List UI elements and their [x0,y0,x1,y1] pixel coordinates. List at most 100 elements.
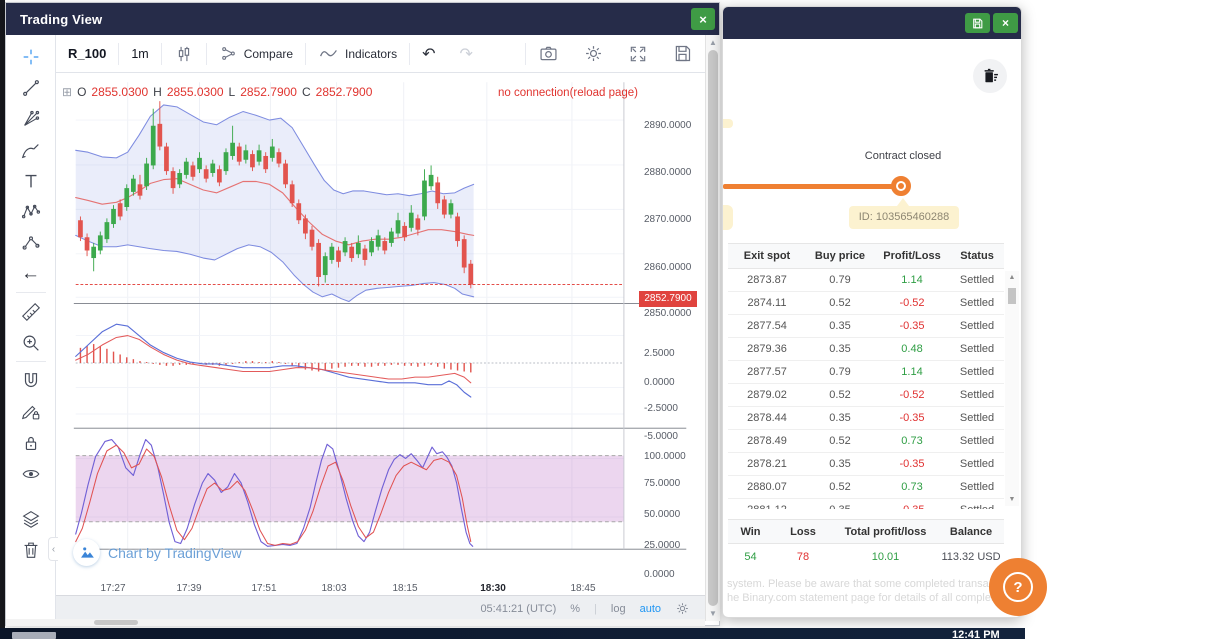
table-row: 2879.360.350.48Settled [728,338,1004,361]
win-count: 54 [728,551,773,563]
utc-clock[interactable]: 05:41:21 (UTC) [480,603,556,615]
clear-results-button[interactable] [973,59,1007,93]
watermark-text: Chart by TradingView [108,545,242,561]
auto-scale-toggle[interactable]: auto [640,603,661,615]
table-row: 2879.020.52-0.52Settled [728,384,1004,407]
scroll-up-icon[interactable]: ▲ [706,38,720,47]
scroll-down-icon[interactable]: ▼ [706,609,720,618]
tool-remove-drawings[interactable] [14,534,48,565]
status-badge: Settled [950,481,1004,493]
status-badge: Settled [950,274,1004,286]
time-axis-label: 18:15 [392,583,417,594]
zoom-in-icon [20,332,42,354]
table-row: 2877.540.35-0.35Settled [728,315,1004,338]
close-value: 2852.7900 [316,85,373,99]
stoch-axis-label: 100.0000 [644,450,704,463]
start-button[interactable] [12,632,56,639]
tool-forecast[interactable] [14,227,48,258]
status-badge: Settled [950,343,1004,355]
tool-gann-fan[interactable] [14,103,48,134]
axis-settings-gear-icon[interactable] [675,601,690,616]
ohlc-legend: ⊞ O2855.0300 H2855.0300 L2852.7900 C2852… [62,85,372,99]
tool-drawing-mode-lock[interactable] [14,396,48,427]
save-icon [971,17,984,30]
pl-value: 0.48 [874,343,950,355]
tool-hide-all[interactable] [14,458,48,489]
indicators-button[interactable]: Indicators [306,35,409,72]
trade-results-panel: × Contract closed ID: 103565460288 Exit … [722,6,1022,618]
tool-arrow-marker[interactable]: ← [14,258,48,289]
help-button[interactable]: ? [989,558,1047,616]
vertical-scroll-thumb[interactable] [708,50,718,606]
compare-icon [219,44,238,63]
eye-icon [20,463,42,485]
toolbar-collapse-handle[interactable]: ‹ [48,537,58,561]
high-label: H [153,85,162,99]
screenshot-button[interactable] [526,35,571,72]
panel-save-button[interactable] [965,13,990,33]
tool-measure[interactable] [14,296,48,327]
xabcd-pattern-icon [20,201,42,223]
time-axis-label: 17:51 [251,583,276,594]
status-badge: Settled [950,389,1004,401]
col-buy-price: Buy price [806,250,874,262]
contract-progress-track[interactable] [723,184,900,189]
contract-progress-marker[interactable] [891,176,911,196]
table-scroll-thumb[interactable] [1008,288,1016,304]
pl-value: -0.52 [874,297,950,309]
chart-style-button[interactable] [162,35,206,72]
window-titlebar[interactable]: Trading View × [6,3,719,35]
pl-value: -0.35 [874,320,950,332]
tool-brush[interactable] [14,134,48,165]
scroll-down-icon[interactable]: ▼ [1005,496,1019,503]
table-scrollbar[interactable]: ▲ ▼ [1005,271,1019,506]
tool-lock-all[interactable] [14,427,48,458]
scroll-up-icon[interactable]: ▲ [1005,274,1019,281]
bollinger-bands [76,105,474,302]
taskbar-clock: 12:41 PM [952,629,1000,639]
tradingview-attribution[interactable]: Chart by TradingView [73,539,242,566]
interval-button[interactable]: 1m [119,35,160,72]
tool-magnet[interactable] [14,365,48,396]
price-axis-label: 2860.0000 [644,261,704,274]
settings-button[interactable] [571,35,616,72]
lock-icon [20,432,42,454]
percent-scale-toggle[interactable]: % [570,603,580,615]
window-horizontal-scrollbar[interactable] [6,619,705,626]
pl-value: 1.14 [874,366,950,378]
redo-button[interactable]: ↷ [447,35,484,72]
trades-table: Exit spot Buy price Profit/Loss Status 2… [728,243,1004,509]
log-scale-toggle[interactable]: log [611,603,626,615]
tool-zoom-in[interactable] [14,327,48,358]
pl-value: 1.14 [874,274,950,286]
status-badge: Settled [950,297,1004,309]
window-close-button[interactable]: × [691,8,715,30]
chart-canvas[interactable] [56,35,706,621]
status-badge: Settled [950,366,1004,378]
gear-icon [583,43,604,64]
tool-xabcd-pattern[interactable] [14,196,48,227]
symbol-button[interactable]: R_100 [56,35,118,72]
col-total: Total profit/loss [833,526,938,538]
panel-close-button[interactable]: × [993,13,1018,33]
table-row: 2881.120.35-0.35Settled [728,499,1004,509]
tool-trend-line[interactable] [14,72,48,103]
save-chart-button[interactable] [660,35,705,72]
compare-button[interactable]: Compare [207,35,305,72]
table-row: 2878.210.35-0.35Settled [728,453,1004,476]
tool-crosshair[interactable] [14,41,48,72]
horizontal-scroll-thumb[interactable] [94,620,138,625]
tool-object-tree[interactable] [14,503,48,534]
undo-button[interactable]: ↶ [410,35,447,72]
window-vertical-scrollbar[interactable]: ▲ ▼ [705,35,720,621]
edit-lock-icon [20,401,42,423]
pl-value: 0.73 [874,481,950,493]
chart-status-bar: 05:41:21 (UTC) % | log auto [56,595,706,621]
col-profit-loss: Profit/Loss [874,250,950,262]
layers-icon [20,508,42,530]
fullscreen-button[interactable] [616,35,660,72]
plus-box-icon[interactable]: ⊞ [62,85,72,99]
stoch-axis-label: 25.0000 [644,539,704,552]
tool-text[interactable] [14,165,48,196]
contract-id-chip: ID: 103565460288 [849,206,959,229]
